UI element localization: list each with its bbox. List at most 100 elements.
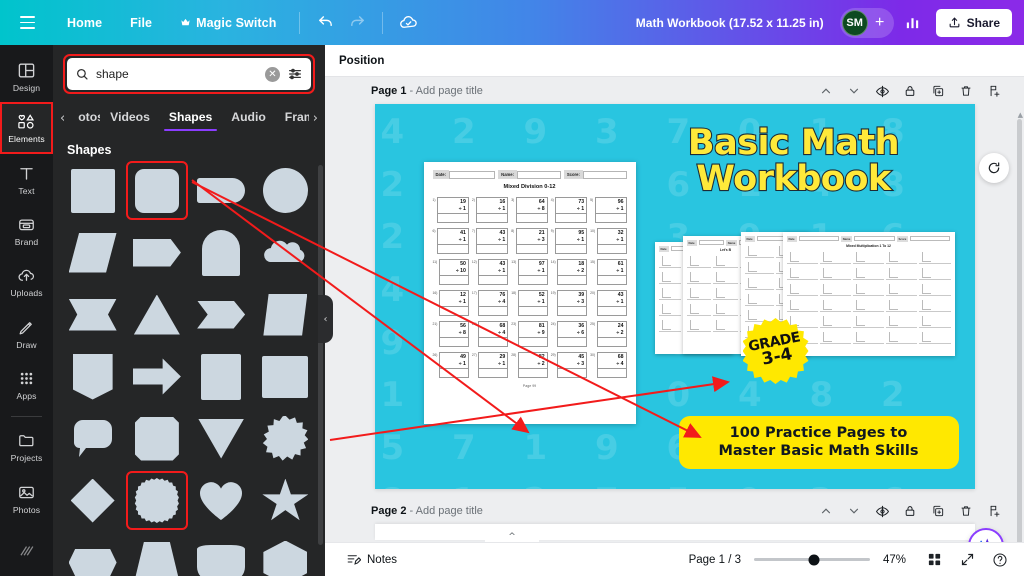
- shape-speech-bubble[interactable]: [65, 412, 120, 465]
- shape-slanted-parallelogram[interactable]: [258, 288, 313, 341]
- sidebar-item-apps[interactable]: Apps: [0, 359, 53, 410]
- add-collaborator-button[interactable]: +: [868, 11, 892, 35]
- sidebar-item-projects[interactable]: Projects: [0, 422, 53, 473]
- panel-scrollbar[interactable]: [318, 165, 323, 545]
- page-2-duplicate-button[interactable]: [930, 503, 946, 519]
- tab-videos[interactable]: Videos: [101, 104, 159, 133]
- sidebar-item-more[interactable]: [0, 525, 53, 576]
- undo-button[interactable]: [310, 8, 340, 38]
- sidebar-item-text[interactable]: Text: [0, 154, 53, 205]
- tagline-box[interactable]: 100 Practice Pages to Master Basic Math …: [678, 415, 959, 469]
- insights-button[interactable]: [898, 8, 928, 38]
- collapse-panel-handle[interactable]: ‹: [318, 295, 333, 343]
- cover-worksheet-preview[interactable]: Date: Name: Score: Mixed Division 0-12 1…: [423, 162, 636, 424]
- page-2-move-down-button[interactable]: [846, 503, 862, 519]
- avatar[interactable]: SM: [841, 9, 868, 36]
- search-input[interactable]: [96, 67, 258, 81]
- shape-five-point-star[interactable]: [258, 474, 313, 527]
- regenerate-button[interactable]: [979, 153, 1009, 183]
- shape-curved-rectangle[interactable]: [194, 536, 249, 576]
- shape-tag-pentagon[interactable]: [65, 350, 120, 403]
- sidebar-item-elements[interactable]: Elements: [0, 102, 53, 154]
- page-1-lock-button[interactable]: [902, 83, 918, 99]
- zoom-slider-knob[interactable]: [808, 554, 820, 565]
- page-1-title[interactable]: Page 1 - Add page title: [371, 85, 483, 97]
- page-1-delete-button[interactable]: [958, 83, 974, 99]
- shape-cut-corner-square[interactable]: [129, 412, 184, 465]
- shape-diamond[interactable]: [65, 474, 120, 527]
- share-button[interactable]: Share: [935, 8, 1012, 37]
- page-1-hide-button[interactable]: [874, 83, 890, 99]
- sidebar-item-uploads[interactable]: Uploads: [0, 257, 53, 308]
- shape-starburst[interactable]: [258, 412, 313, 465]
- grid-view-button[interactable]: [924, 550, 944, 570]
- expand-pages-notch[interactable]: ^: [485, 529, 539, 542]
- shape-cloud[interactable]: [258, 226, 313, 279]
- sidebar-item-draw[interactable]: Draw: [0, 308, 53, 359]
- zoom-level-label[interactable]: 47%: [883, 554, 911, 566]
- shape-pill-rounded-rectangle[interactable]: [194, 164, 249, 217]
- notes-button[interactable]: Notes: [339, 547, 404, 572]
- problem-answer-space: [598, 276, 626, 284]
- grade-badge[interactable]: GRADE 3-4: [742, 318, 809, 384]
- shape-trapezoid[interactable]: [129, 536, 184, 576]
- cloud-saved-button[interactable]: [393, 8, 423, 38]
- tab-frames[interactable]: Fram: [276, 104, 309, 133]
- tab-photos[interactable]: otos: [69, 104, 100, 133]
- magic-switch-button[interactable]: Magic Switch: [167, 9, 289, 37]
- page-2-add-page-button[interactable]: [986, 503, 1002, 519]
- tabs-next-arrow[interactable]: ›: [310, 111, 321, 126]
- clear-search-icon[interactable]: ✕: [265, 66, 280, 82]
- design-page-1[interactable]: 4 2 9 3 7 0 1 8 2 5 9 3 6 1 4 8 2 0 7 5 …: [374, 104, 975, 489]
- shape-rectangle-wide[interactable]: [258, 350, 313, 403]
- shape-rounded-square[interactable]: [126, 161, 188, 220]
- shape-chevron-arrow[interactable]: [194, 288, 249, 341]
- canvas-vertical-scrollbar[interactable]: [1017, 119, 1022, 549]
- file-menu-button[interactable]: File: [117, 9, 165, 37]
- shape-parallelogram[interactable]: [65, 226, 120, 279]
- page-1-duplicate-button[interactable]: [930, 83, 946, 99]
- page-2-title[interactable]: Page 2 - Add page title: [371, 505, 483, 517]
- canvas-scroll-area[interactable]: Page 1 - Add page title 4 2 9 3 7 0 1 8 …: [325, 77, 1024, 576]
- zoom-slider[interactable]: [754, 553, 870, 567]
- page-1-move-up-button[interactable]: [818, 83, 834, 99]
- shape-square[interactable]: [65, 164, 120, 217]
- filter-sliders-icon[interactable]: [287, 66, 303, 82]
- search-box[interactable]: ✕: [67, 58, 311, 90]
- redo-button[interactable]: [342, 8, 372, 38]
- shape-hexagon[interactable]: [258, 536, 313, 576]
- page-2-delete-button[interactable]: [958, 503, 974, 519]
- tabs-prev-arrow[interactable]: ‹: [57, 111, 68, 126]
- design-page-2-top[interactable]: [374, 524, 975, 540]
- home-menu-button[interactable]: Home: [54, 9, 115, 37]
- position-button[interactable]: Position: [339, 55, 384, 67]
- sidebar-item-brand[interactable]: Brand: [0, 205, 53, 256]
- fullscreen-button[interactable]: [957, 550, 977, 570]
- shape-rectangle[interactable]: [194, 350, 249, 403]
- tab-shapes[interactable]: Shapes: [160, 104, 221, 133]
- shape-block-arrow-right[interactable]: [129, 350, 184, 403]
- cover-title[interactable]: Basic Math Workbook: [629, 124, 959, 197]
- document-title[interactable]: Math Workbook (17.52 x 11.25 in): [626, 10, 834, 36]
- shape-ribbon-banner[interactable]: [65, 288, 120, 341]
- hamburger-menu-icon[interactable]: [12, 8, 42, 38]
- canvas-scroll-up-arrow[interactable]: ▲: [1018, 111, 1023, 119]
- shape-scalloped-circle[interactable]: [126, 471, 188, 530]
- shape-triangle[interactable]: [129, 288, 184, 341]
- page-2-lock-button[interactable]: [902, 503, 918, 519]
- page-1-add-page-button[interactable]: [986, 83, 1002, 99]
- help-button[interactable]: [990, 550, 1010, 570]
- shape-hexagon-flat[interactable]: [65, 536, 120, 576]
- shape-circle[interactable]: [258, 164, 313, 217]
- sidebar-item-photos[interactable]: Photos: [0, 473, 53, 524]
- page-2-hide-button[interactable]: [874, 503, 890, 519]
- sidebar-item-design[interactable]: Design: [0, 51, 53, 102]
- page-1-move-down-button[interactable]: [846, 83, 862, 99]
- page-count-label[interactable]: Page 1 / 3: [689, 554, 741, 566]
- shape-arch[interactable]: [194, 226, 249, 279]
- page-2-move-up-button[interactable]: [818, 503, 834, 519]
- tab-audio[interactable]: Audio: [222, 104, 275, 133]
- shape-inverted-triangle[interactable]: [194, 412, 249, 465]
- shape-right-arrow-pentagon[interactable]: [129, 226, 184, 279]
- shape-heart[interactable]: [194, 474, 249, 527]
